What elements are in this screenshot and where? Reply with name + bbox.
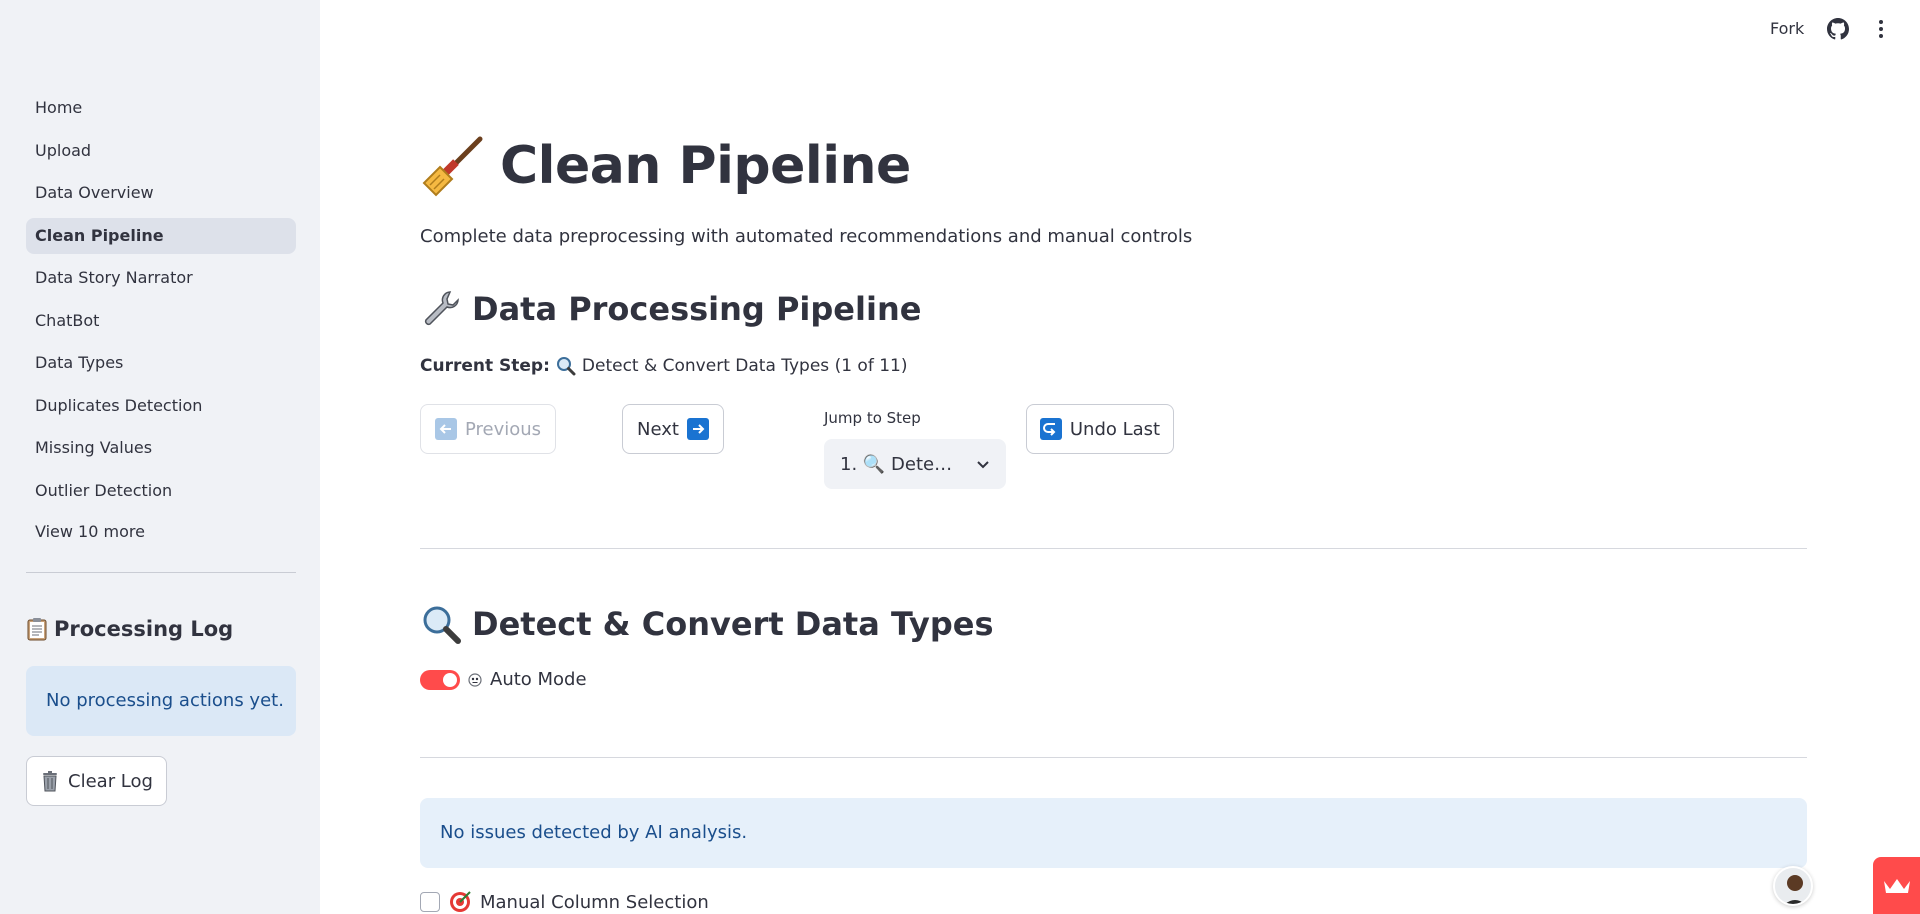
- trash-icon: [40, 770, 60, 792]
- processing-log-heading: Processing Log: [26, 617, 233, 641]
- sidebar-item-clean-pipeline[interactable]: Clean Pipeline: [26, 217, 296, 254]
- sidebar: Home Upload Data Overview Clean Pipeline…: [0, 0, 320, 914]
- sidebar-item-missing-values[interactable]: Missing Values: [26, 430, 296, 466]
- divider: [420, 548, 1807, 549]
- fork-button[interactable]: Fork: [1770, 19, 1804, 38]
- clipboard-icon: [26, 617, 48, 641]
- manual-selection-checkbox[interactable]: [420, 892, 440, 912]
- pipeline-section-title: Data Processing Pipeline: [472, 290, 922, 328]
- sidebar-item-duplicates-detection[interactable]: Duplicates Detection: [26, 388, 296, 424]
- step-heading: Detect & Convert Data Types: [420, 603, 993, 645]
- clear-log-label: Clear Log: [68, 770, 153, 792]
- auto-mode-row: Auto Mode: [420, 669, 587, 690]
- broom-icon: [420, 133, 486, 199]
- target-icon: [448, 890, 472, 914]
- auto-mode-label: Auto Mode: [490, 669, 587, 690]
- wrench-icon: [420, 288, 462, 330]
- ai-info-alert: No issues detected by AI analysis.: [420, 798, 1807, 868]
- sidebar-item-outlier-detection[interactable]: Outlier Detection: [26, 473, 296, 509]
- next-label: Next: [637, 418, 679, 440]
- clear-log-button[interactable]: Clear Log: [26, 756, 167, 806]
- current-step-value: Detect & Convert Data Types (1 of 11): [581, 356, 908, 376]
- sidebar-item-upload[interactable]: Upload: [26, 133, 296, 169]
- undo-icon: [1039, 418, 1062, 440]
- next-button[interactable]: Next: [622, 404, 724, 454]
- auto-mode-toggle[interactable]: [420, 669, 460, 690]
- page-title-row: Clean Pipeline: [420, 133, 911, 199]
- sidebar-item-home[interactable]: Home: [26, 90, 296, 126]
- sidebar-item-chatbot[interactable]: ChatBot: [26, 303, 296, 339]
- jump-to-step-select[interactable]: 1. 🔍 Dete…: [824, 439, 1006, 489]
- robot-icon: [468, 672, 482, 687]
- github-icon[interactable]: [1827, 18, 1849, 40]
- sidebar-item-data-overview[interactable]: Data Overview: [26, 175, 296, 211]
- jump-to-step-value: 1. 🔍 Dete…: [840, 453, 953, 475]
- magnifier-icon: [556, 356, 576, 376]
- jump-to-step-label: Jump to Step: [824, 409, 921, 427]
- manual-selection-row: Manual Column Selection: [420, 890, 709, 914]
- sidebar-item-data-story-narrator[interactable]: Data Story Narrator: [26, 260, 296, 296]
- chevron-down-icon: [976, 457, 990, 471]
- current-step: Current Step: Detect & Convert Data Type…: [420, 356, 907, 376]
- current-step-label: Current Step:: [420, 356, 550, 376]
- magnifier-icon: [420, 603, 462, 645]
- previous-label: Previous: [464, 418, 542, 440]
- previous-button[interactable]: Previous: [420, 404, 556, 454]
- sidebar-item-data-types[interactable]: Data Types: [26, 345, 296, 381]
- page-title: Clean Pipeline: [500, 136, 911, 196]
- undo-last-label: Undo Last: [1069, 418, 1161, 440]
- divider: [420, 757, 1807, 758]
- pipeline-section-heading: Data Processing Pipeline: [420, 288, 921, 330]
- view-more-link[interactable]: View 10 more: [35, 522, 145, 541]
- streamlit-crown-icon[interactable]: [1873, 857, 1920, 914]
- kebab-menu-icon[interactable]: [1870, 18, 1892, 40]
- left-arrow-icon: [434, 418, 457, 440]
- processing-log-empty: No processing actions yet.: [26, 666, 296, 736]
- page-subtitle: Complete data preprocessing with automat…: [420, 226, 1193, 247]
- processing-log-title: Processing Log: [54, 617, 234, 641]
- sidebar-divider: [26, 572, 296, 573]
- manual-selection-label: Manual Column Selection: [480, 891, 709, 913]
- right-arrow-icon: [686, 418, 709, 440]
- step-title: Detect & Convert Data Types: [472, 605, 994, 643]
- sidebar-nav: Home Upload Data Overview Clean Pipeline…: [26, 90, 296, 515]
- avatar[interactable]: [1773, 866, 1813, 906]
- undo-last-button[interactable]: Undo Last: [1026, 404, 1174, 454]
